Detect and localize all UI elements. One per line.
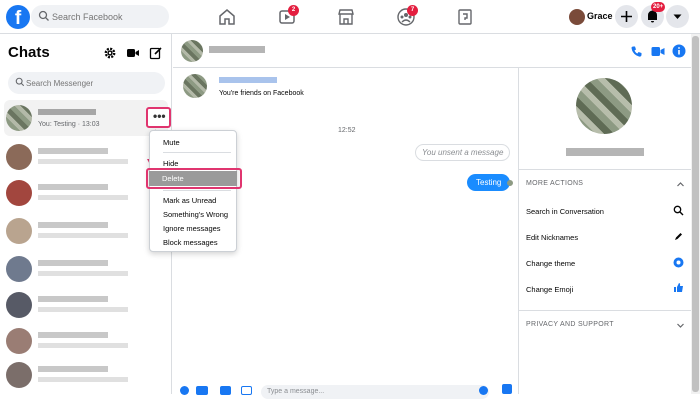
list-item[interactable] bbox=[6, 216, 166, 246]
avatar bbox=[6, 328, 32, 354]
list-item[interactable] bbox=[6, 254, 166, 284]
search-icon bbox=[15, 77, 25, 87]
profile-button[interactable]: Grace bbox=[566, 6, 613, 28]
blurred-contact-name[interactable] bbox=[209, 46, 265, 53]
search-icon bbox=[38, 10, 49, 21]
search-icon bbox=[673, 205, 684, 216]
conversation-header bbox=[173, 34, 691, 68]
blurred-text bbox=[38, 307, 128, 312]
groups-badge: 7 bbox=[407, 5, 418, 16]
chevron-down-icon[interactable] bbox=[676, 321, 685, 330]
blurred-text bbox=[38, 184, 108, 190]
profile-name: Grace bbox=[587, 11, 613, 21]
chevron-up-icon[interactable] bbox=[676, 180, 685, 189]
gear-icon[interactable] bbox=[103, 46, 117, 60]
avatar bbox=[6, 105, 32, 131]
info-icon[interactable] bbox=[672, 44, 686, 58]
message-composer[interactable]: Type a message... bbox=[261, 385, 489, 399]
facebook-logo[interactable]: f bbox=[6, 5, 30, 29]
blurred-text bbox=[38, 377, 128, 382]
blurred-text bbox=[38, 233, 128, 238]
avatar bbox=[6, 144, 32, 170]
blurred-text bbox=[38, 332, 108, 338]
avatar[interactable] bbox=[183, 74, 207, 98]
notifications-badge: 20+ bbox=[651, 2, 666, 12]
change-theme[interactable]: Change theme bbox=[526, 259, 575, 268]
watch-badge: 2 bbox=[288, 5, 299, 16]
page-scrollbar[interactable] bbox=[691, 34, 700, 394]
edit-icon bbox=[675, 233, 682, 240]
video-call-icon[interactable] bbox=[126, 46, 140, 60]
blurred-text bbox=[38, 222, 108, 228]
phone-icon[interactable] bbox=[630, 45, 643, 58]
plus-icon bbox=[621, 11, 632, 22]
privacy-support-title: PRIVACY AND SUPPORT bbox=[526, 321, 614, 328]
blurred-text bbox=[38, 159, 128, 164]
thumbs-up-icon bbox=[674, 283, 683, 292]
messenger-search-input[interactable] bbox=[26, 72, 161, 94]
list-item[interactable] bbox=[6, 360, 166, 390]
avatar bbox=[569, 9, 585, 25]
search-in-conversation[interactable]: Search in Conversation bbox=[526, 207, 604, 216]
thumbs-up-icon[interactable] bbox=[502, 384, 512, 394]
sent-message[interactable]: Testing bbox=[467, 174, 511, 191]
scrollbar-thumb[interactable] bbox=[692, 36, 699, 392]
blurred-text bbox=[38, 195, 128, 200]
chevron-down-icon bbox=[673, 14, 682, 19]
conversation-thread: You're friends on Facebook 12:52 You uns… bbox=[173, 68, 518, 399]
gaming-icon[interactable] bbox=[455, 7, 475, 27]
avatar bbox=[6, 180, 32, 206]
theme-icon bbox=[673, 257, 684, 268]
avatar[interactable] bbox=[576, 78, 632, 134]
blurred-text bbox=[38, 260, 108, 266]
chats-sidebar: Chats You: Testing · 13:03 bbox=[0, 34, 172, 394]
chat-more-button[interactable]: ••• bbox=[146, 107, 171, 128]
video-call-icon[interactable] bbox=[651, 45, 665, 58]
home-icon[interactable] bbox=[217, 7, 237, 27]
blurred-text bbox=[38, 271, 128, 276]
conversation-info-panel: MORE ACTIONS Search in Conversation Edit… bbox=[518, 68, 692, 394]
message-timestamp: 12:52 bbox=[338, 127, 356, 134]
marketplace-icon[interactable] bbox=[336, 7, 356, 27]
list-item[interactable] bbox=[6, 290, 166, 320]
avatar bbox=[6, 218, 32, 244]
unsent-message[interactable]: You unsent a message bbox=[415, 144, 511, 161]
create-button[interactable] bbox=[615, 5, 638, 28]
avatar bbox=[6, 256, 32, 282]
chat-preview: You: Testing · 13:03 bbox=[38, 121, 100, 128]
account-menu-button[interactable] bbox=[666, 5, 689, 28]
new-message-icon[interactable] bbox=[149, 46, 163, 60]
top-navigation-bar: f 2 7 Grace 20+ bbox=[0, 0, 700, 34]
blurred-text bbox=[38, 366, 108, 372]
divider bbox=[519, 310, 692, 311]
avatar[interactable] bbox=[181, 40, 203, 62]
chats-title: Chats bbox=[8, 44, 50, 61]
divider bbox=[519, 169, 692, 170]
more-dots-icon: ••• bbox=[153, 109, 166, 123]
edit-nicknames[interactable]: Edit Nicknames bbox=[526, 233, 578, 242]
avatar bbox=[6, 292, 32, 318]
more-actions-title: MORE ACTIONS bbox=[526, 180, 584, 187]
blurred-text bbox=[38, 343, 128, 348]
list-item[interactable] bbox=[6, 178, 166, 208]
blurred-contact-name[interactable] bbox=[219, 77, 277, 83]
messenger-search[interactable] bbox=[8, 72, 165, 94]
friends-note: You're friends on Facebook bbox=[219, 90, 304, 97]
facebook-search[interactable] bbox=[31, 5, 169, 28]
change-emoji[interactable]: Change Emoji bbox=[526, 285, 573, 294]
facebook-search-input[interactable] bbox=[52, 5, 164, 28]
blurred-text bbox=[38, 148, 108, 154]
blurred-contact-name bbox=[38, 109, 96, 115]
seen-avatar bbox=[507, 180, 513, 186]
blurred-contact-name bbox=[566, 148, 644, 156]
avatar bbox=[6, 362, 32, 388]
blurred-text bbox=[38, 296, 108, 302]
list-item[interactable] bbox=[6, 326, 166, 356]
